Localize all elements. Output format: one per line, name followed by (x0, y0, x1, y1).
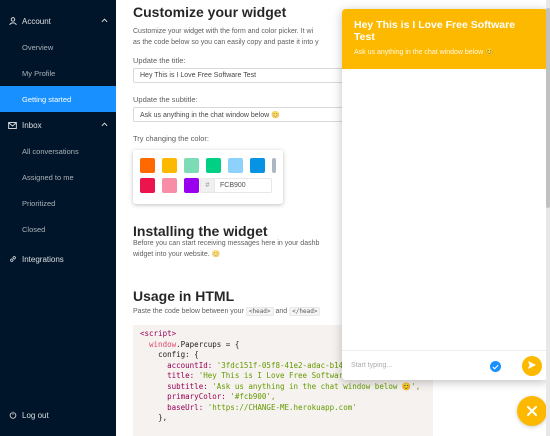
code-window: window (149, 339, 177, 349)
chat-title: Hey This is I Love Free Software Test (354, 19, 516, 43)
code-key: title: (167, 371, 195, 380)
user-icon (8, 17, 17, 26)
sidebar: Account Overview My Profile Getting star… (0, 0, 116, 436)
mail-icon (8, 121, 17, 130)
usage-description: Paste the code below between your <head>… (133, 307, 321, 316)
usage-title: Usage in HTML (133, 288, 235, 304)
code-value: 'https://CHANGE-ME.herokuapp.com' (207, 402, 357, 412)
code-script-tag: <script> (140, 329, 177, 338)
sidebar-item-prioritized[interactable]: Prioritized (0, 190, 116, 216)
sidebar-item-label: Integrations (22, 254, 64, 264)
logout-icon (8, 411, 17, 420)
logout-button[interactable]: Log out (0, 402, 116, 428)
color-swatch-green[interactable] (206, 158, 221, 173)
hex-prefix: # (201, 179, 215, 192)
sidebar-item-my-profile[interactable]: My Profile (0, 60, 116, 86)
inline-code-head: <head> (245, 307, 274, 316)
sidebar-item-closed[interactable]: Closed (0, 216, 116, 242)
chat-widget: Hey This is I Love Free Software Test As… (342, 9, 548, 380)
chat-footer: Start typing... (342, 350, 548, 380)
chat-header: Hey This is I Love Free Software Test As… (342, 9, 548, 69)
sidebar-item-integrations[interactable]: Integrations (0, 246, 116, 272)
sidebar-group-label: Account (22, 16, 51, 26)
link-icon (8, 255, 17, 264)
sidebar-item-overview[interactable]: Overview (0, 34, 116, 60)
color-swatch-gray[interactable] (272, 158, 276, 173)
code-key: baseUrl: (167, 402, 204, 412)
color-swatch-blue[interactable] (250, 158, 265, 173)
check-icon (490, 361, 501, 372)
code-value: '#fcb900', (230, 392, 276, 401)
logout-label: Log out (22, 410, 49, 420)
sidebar-item-all-conversations[interactable]: All conversations (0, 138, 116, 164)
chevron-up-icon (101, 121, 108, 129)
sidebar-group-label: Inbox (22, 120, 42, 130)
color-swatch-mint[interactable] (184, 158, 199, 173)
code-key: accountId: (167, 360, 213, 370)
scrollbar-thumb[interactable] (546, 8, 550, 208)
hex-color-input[interactable]: # FCB900 (200, 178, 272, 193)
close-icon (526, 401, 538, 422)
code-key: primaryColor: (167, 392, 226, 401)
code-config: config: { (158, 350, 199, 359)
color-swatch-purple[interactable] (184, 178, 199, 193)
sidebar-item-assigned-to-me[interactable]: Assigned to me (0, 164, 116, 190)
chat-message-input[interactable]: Start typing... (351, 362, 548, 369)
chat-subtitle: Ask us anything in the chat window below… (354, 49, 494, 56)
code-papercups: .Papercups = { (176, 339, 240, 349)
usage-text: Paste the code below between your (133, 308, 244, 315)
sidebar-group-account[interactable]: Account (0, 8, 116, 34)
send-button[interactable] (522, 356, 542, 376)
sidebar-item-getting-started[interactable]: Getting started (0, 86, 116, 112)
chat-toggle-button[interactable] (517, 396, 547, 426)
inline-code-head-close: </head> (289, 307, 321, 316)
color-swatch-orange[interactable] (140, 158, 155, 173)
color-swatch-pink[interactable] (162, 178, 177, 193)
color-swatch-red[interactable] (140, 178, 155, 193)
code-value: 'Ask us anything in the chat window belo… (212, 381, 421, 391)
color-swatch-light-blue[interactable] (228, 158, 243, 173)
code-close: }, (158, 413, 168, 422)
color-picker: # FCB900 (133, 150, 283, 204)
chevron-up-icon (101, 17, 108, 25)
chat-messages (342, 69, 548, 350)
code-value: '3fdc151f-05f8-41e2-adac-b14 (216, 360, 344, 370)
usage-text: and (275, 308, 288, 315)
sidebar-group-inbox[interactable]: Inbox (0, 112, 116, 138)
color-swatch-amber[interactable] (162, 158, 177, 173)
send-icon (527, 357, 537, 375)
hex-value: FCB900 (220, 182, 246, 189)
code-key: subtitle: (167, 381, 208, 391)
page-scrollbar[interactable] (546, 0, 550, 436)
